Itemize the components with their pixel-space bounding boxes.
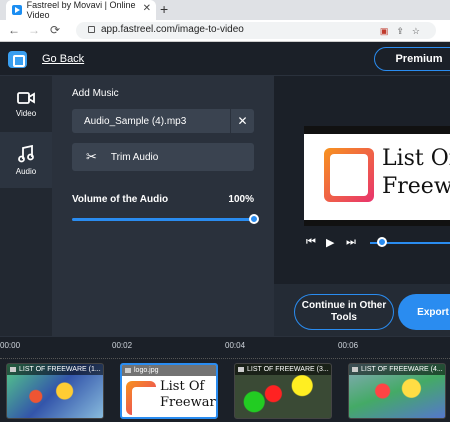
blocked-popup-icon[interactable]: ▣ [380, 26, 397, 36]
address-bar[interactable]: app.fastreel.com/image-to-video ▣⇪☆ [76, 22, 436, 39]
lock-icon [88, 26, 95, 33]
timeline-clip[interactable]: LIST OF FREEWARE (1... [6, 363, 104, 419]
clip-title: LIST OF FREEWARE (4... [349, 364, 445, 375]
video-camera-icon [17, 91, 35, 104]
tick-label: 00:02 [112, 341, 133, 350]
back-arrow-icon[interactable]: ← [8, 23, 20, 37]
image-icon [238, 367, 244, 372]
sidebar-item-video[interactable]: Video [0, 76, 52, 132]
app-topbar: Go Back Premium [0, 42, 450, 76]
timeline-clip-selected[interactable]: List Of Freeware logo.jpg [120, 363, 218, 419]
clip-title: LIST OF FREEWARE (1... [7, 364, 103, 375]
sidebar-item-label: Video [15, 108, 37, 118]
timeline-ruler [0, 353, 450, 359]
clip-title: logo.jpg [122, 365, 216, 376]
volume-slider-handle[interactable] [249, 214, 259, 224]
clip-title: LIST OF FREEWARE (3... [235, 364, 331, 375]
brand-text-line1: List Of [382, 146, 450, 171]
volume-value: 100% [228, 194, 254, 205]
volume-label: Volume of the Audio [72, 194, 169, 205]
fastreel-favicon-icon [12, 5, 22, 15]
timeline: 00:00 00:02 00:04 00:06 LIST OF FREEWARE… [0, 336, 450, 422]
sidebar-item-audio[interactable]: Audio [0, 132, 52, 188]
list-of-freeware-logo [324, 148, 374, 202]
skip-forward-icon[interactable]: ⏭ [346, 236, 356, 249]
sidebar-item-label: Audio [15, 166, 37, 176]
share-icon[interactable]: ⇪ [396, 26, 412, 36]
audio-panel: Add Music Audio_Sample (4).mp3 ✕ ✂ Trim … [52, 76, 274, 336]
add-music-label: Add Music [72, 88, 119, 99]
image-icon [352, 367, 358, 372]
tick-label: 00:06 [338, 341, 359, 350]
skip-back-icon[interactable]: ⏮ [306, 236, 316, 249]
new-tab-icon[interactable]: + [160, 1, 168, 17]
clip-brand-line2: Freeware [160, 395, 218, 410]
address-row: ← → ⟳ app.fastreel.com/image-to-video ▣⇪… [0, 20, 450, 42]
brand-text-line2: Freeware [382, 174, 450, 199]
go-back-link[interactable]: Go Back [42, 53, 84, 65]
continue-in-other-tools-button[interactable]: Continue in Other Tools [294, 294, 394, 330]
premium-button[interactable]: Premium [374, 47, 450, 71]
tab-title: Fastreel by Movavi | Online Video [26, 0, 136, 20]
video-preview: List Of Freeware ⏮ ▶ ⏭ [274, 76, 450, 284]
action-bar: Continue in Other Tools Export [274, 284, 450, 336]
preview-frame: List Of Freeware [304, 126, 450, 226]
music-note-icon [18, 144, 34, 162]
tool-sidebar: Video Audio [0, 76, 52, 336]
remove-audio-icon[interactable]: ✕ [230, 109, 254, 133]
list-of-freeware-logo [126, 381, 170, 417]
audio-file-field[interactable]: Audio_Sample (4).mp3 ✕ [72, 109, 254, 133]
browser-tab[interactable]: Fastreel by Movavi | Online Video ✕ [6, 0, 156, 20]
fastreel-logo-icon[interactable] [8, 51, 27, 68]
bookmark-star-icon[interactable]: ☆ [412, 26, 428, 36]
trim-audio-label: Trim Audio [110, 151, 159, 163]
playback-handle[interactable] [377, 237, 387, 247]
clip-brand-line1: List Of [160, 379, 205, 394]
audio-file-name: Audio_Sample (4).mp3 [84, 115, 187, 127]
tick-label: 00:04 [225, 341, 246, 350]
image-icon [10, 367, 16, 372]
volume-slider[interactable] [72, 214, 259, 224]
export-button[interactable]: Export [398, 294, 450, 330]
reload-icon[interactable]: ⟳ [50, 23, 60, 37]
scissors-icon: ✂ [86, 149, 97, 164]
tab-close-icon[interactable]: ✕ [143, 3, 151, 14]
image-icon [125, 368, 131, 373]
forward-arrow-icon[interactable]: → [28, 23, 40, 37]
play-icon[interactable]: ▶ [326, 236, 334, 249]
address-bar-icons: ▣⇪☆ [380, 26, 428, 37]
tick-label: 00:00 [0, 341, 21, 350]
trim-audio-button[interactable]: ✂ Trim Audio [72, 143, 254, 171]
url-text: app.fastreel.com/image-to-video [101, 24, 244, 35]
timeline-clip[interactable]: LIST OF FREEWARE (4... [348, 363, 446, 419]
timeline-clip[interactable]: LIST OF FREEWARE (3... [234, 363, 332, 419]
preview-image: List Of Freeware [304, 134, 450, 220]
browser-chrome: Fastreel by Movavi | Online Video ✕ + ← … [0, 0, 450, 42]
